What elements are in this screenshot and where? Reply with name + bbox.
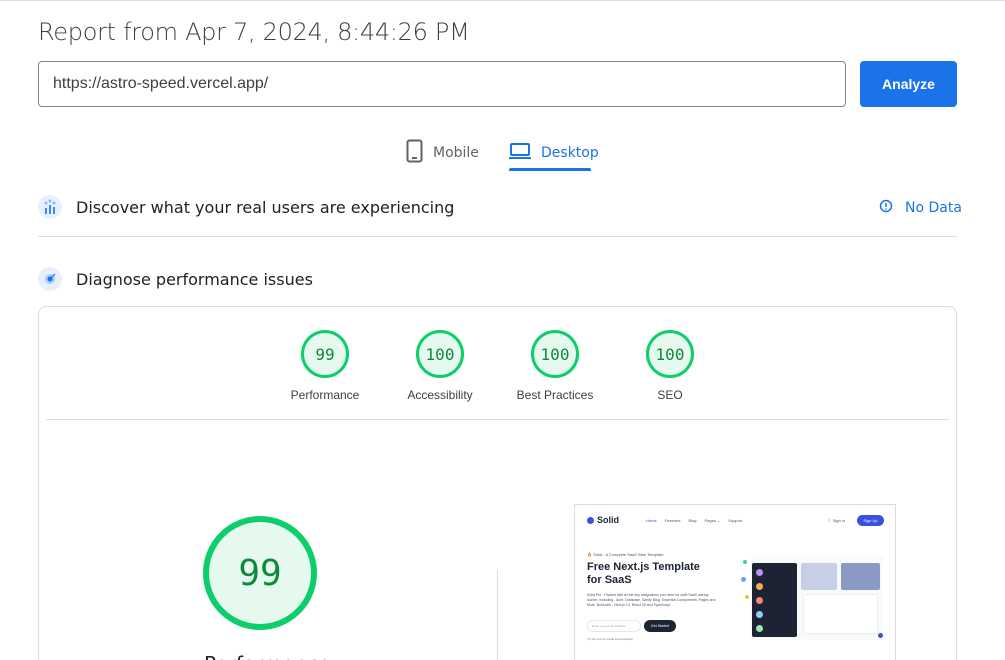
preview-avatar (756, 583, 763, 590)
no-data-status: No Data (879, 199, 962, 217)
preview-dashboard-card (841, 563, 880, 590)
gauge-seo-label: SEO (657, 388, 683, 402)
top-border (0, 0, 1005, 1)
preview-nav-features: Features (664, 518, 681, 523)
lighthouse-icon (38, 267, 62, 291)
gauge-accessibility[interactable]: 100 Accessibility (385, 330, 495, 402)
tab-mobile[interactable]: Mobile (406, 134, 479, 171)
active-tab-indicator (509, 168, 591, 171)
real-users-title: Discover what your real users are experi… (76, 197, 455, 217)
preview-dashboard-sidebar (752, 563, 797, 637)
preview-decoration (741, 577, 746, 582)
gauge-performance-score: 99 (301, 330, 349, 378)
gauges-divider (46, 419, 949, 420)
preview-logo-icon (587, 516, 594, 524)
diagnose-title: Diagnose performance issues (76, 269, 313, 289)
no-data-label: No Data (905, 200, 962, 216)
preview-dashboard-card (801, 563, 837, 590)
preview-sign-in-label: Sign In (832, 518, 846, 523)
tab-desktop[interactable]: Desktop (509, 134, 599, 171)
preview-cta-button: Get Started (644, 620, 676, 632)
tab-mobile-label: Mobile (433, 144, 479, 161)
tab-desktop-label: Desktop (541, 144, 599, 161)
url-input[interactable] (38, 61, 846, 107)
preview-dashboard-card (804, 595, 877, 633)
report-title: Report from Apr 7, 2024, 8:44:26 PM (38, 18, 470, 46)
preview-heading: Free Next.js Template for SaaS (587, 561, 700, 586)
preview-sign-up: Sign Up (857, 515, 884, 526)
diagnose-section: Diagnose performance issues (38, 267, 313, 291)
preview-decoration (745, 595, 749, 599)
users-chart-icon (38, 195, 62, 219)
preview-nav-blog: Blog (688, 518, 697, 523)
preview-nav: Home Features Blog Pages ⌄ Support (646, 518, 742, 523)
gauge-best-practices-score: 100 (531, 330, 579, 378)
section-divider (38, 236, 957, 237)
gauge-best-practices[interactable]: 100 Best Practices (500, 330, 610, 402)
preview-nav-pages: Pages ⌄ (704, 518, 721, 523)
preview-email-input: Enter your email address (587, 620, 641, 632)
preview-nav-support: Support (728, 518, 743, 523)
preview-logo: Solid (587, 515, 619, 525)
preview-nav-home: Home (646, 518, 657, 523)
preview-avatar (756, 569, 763, 576)
gauge-seo[interactable]: 100 SEO (615, 330, 725, 402)
main-performance-label: Performance (204, 652, 331, 660)
preview-avatar (756, 611, 763, 618)
gauge-accessibility-score: 100 (416, 330, 464, 378)
preview-sign-in: ☾ Sign In (828, 518, 845, 523)
info-icon (879, 199, 893, 217)
preview-description: Solid Pro - Packed with all the key inte… (587, 593, 716, 607)
preview-badge: 🔥 Solid - A Complete SaaS Web Template (587, 552, 664, 557)
laptop-icon (509, 142, 531, 164)
analyze-button[interactable]: Analyze (860, 61, 957, 107)
main-performance-gauge: 99 (203, 516, 317, 630)
gauge-accessibility-label: Accessibility (407, 388, 473, 402)
preview-logo-text: Solid (597, 515, 619, 525)
vertical-divider (497, 570, 498, 660)
page-screenshot-preview: Solid Home Features Blog Pages ⌄ Support… (574, 504, 896, 660)
preview-decoration (878, 633, 883, 638)
preview-avatar (756, 597, 763, 604)
preview-note: Try for free no credit card required. (587, 637, 634, 641)
phone-icon (406, 139, 423, 167)
gauge-performance-label: Performance (290, 388, 360, 402)
real-users-section: Discover what your real users are experi… (38, 195, 454, 219)
gauge-performance[interactable]: 99 Performance (270, 330, 380, 402)
gauge-best-practices-label: Best Practices (516, 388, 594, 402)
preview-avatar (756, 625, 763, 632)
device-tabs: Mobile Desktop (0, 134, 1005, 174)
gauge-seo-score: 100 (646, 330, 694, 378)
preview-decoration (743, 560, 747, 564)
